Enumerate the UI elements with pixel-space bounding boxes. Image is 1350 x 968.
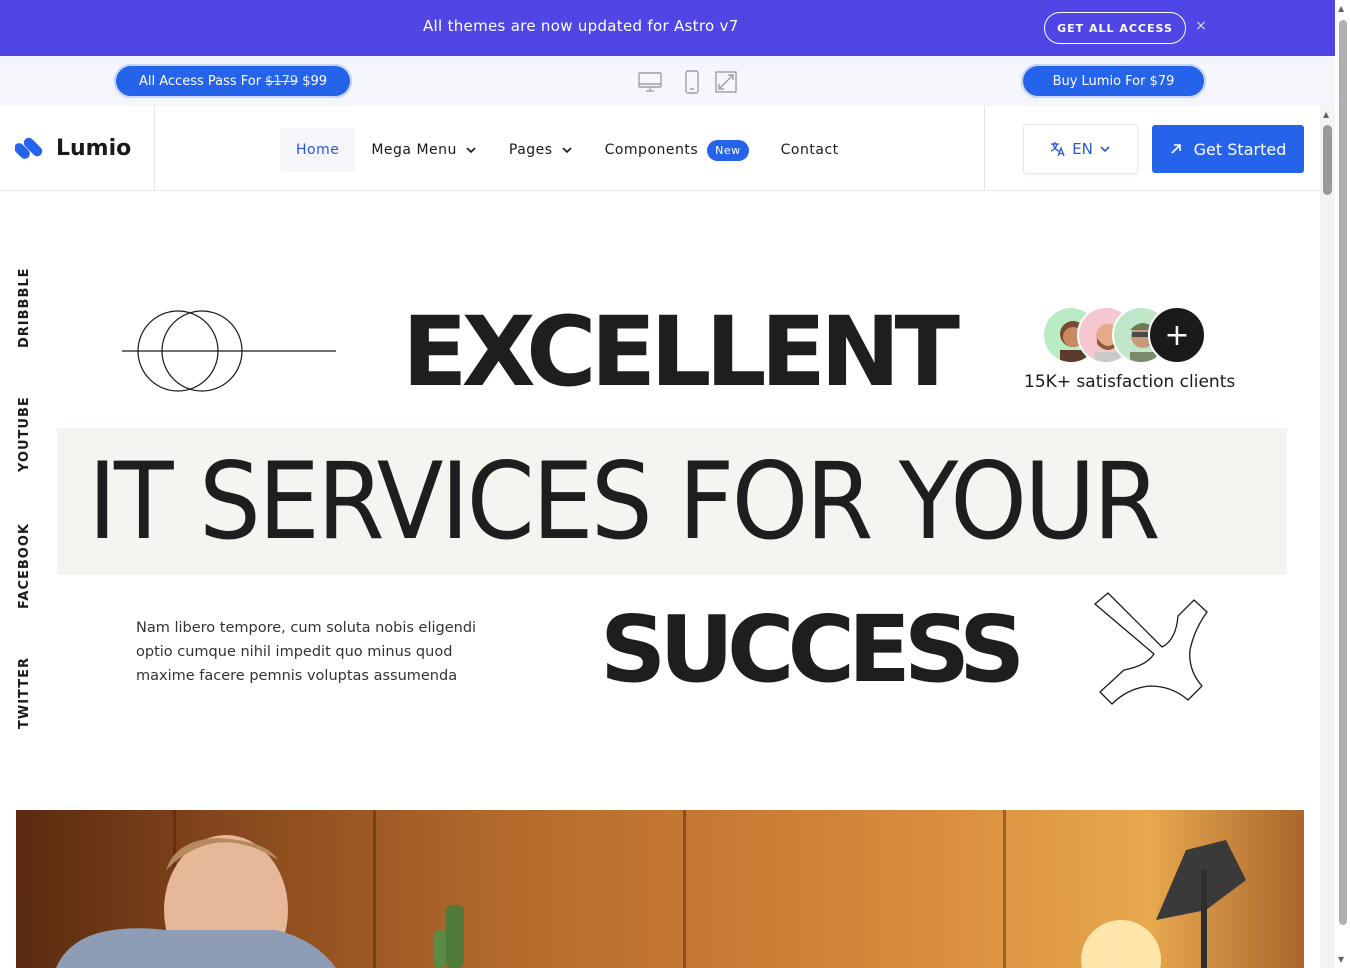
nav-contact[interactable]: Contact xyxy=(765,128,855,172)
expand-icon[interactable] xyxy=(714,70,738,94)
hero-title-line3: SUCCESS xyxy=(600,596,1025,703)
office-scene-icon xyxy=(56,835,1246,968)
translate-icon xyxy=(1050,142,1065,157)
divider xyxy=(154,106,155,191)
mobile-icon[interactable] xyxy=(680,70,704,94)
nav-home[interactable]: Home xyxy=(280,128,356,172)
clients-count: 15K+ satisfaction clients xyxy=(1024,372,1236,392)
get-started-label: Get Started xyxy=(1193,139,1287,159)
logo-text: Lumio xyxy=(56,135,132,161)
all-access-label: All Access Pass For xyxy=(138,73,262,89)
social-link-facebook[interactable]: FACEBOOK xyxy=(17,523,32,609)
arrow-down-right-icon xyxy=(1093,592,1208,705)
site-header: Lumio Home Mega Menu Pages Components Ne… xyxy=(0,106,1320,191)
nav-components[interactable]: Components New xyxy=(589,128,765,172)
chevron-down-icon xyxy=(1100,146,1110,153)
scroll-up-icon[interactable]: ▲ xyxy=(1338,4,1344,13)
old-price: $179 xyxy=(265,73,299,89)
desktop-icon[interactable] xyxy=(638,70,662,94)
page-scrollbar[interactable]: ▲ xyxy=(1320,106,1335,968)
language-label: EN xyxy=(1072,140,1093,158)
divider xyxy=(984,106,985,191)
nav-home-label: Home xyxy=(296,142,340,158)
scroll-up-icon[interactable]: ▲ xyxy=(1323,110,1329,119)
hero-title-line1: EXCELLENT xyxy=(402,296,960,408)
nav-mega-menu[interactable]: Mega Menu xyxy=(355,128,493,172)
hero-image xyxy=(16,810,1304,968)
logo[interactable]: Lumio xyxy=(15,132,131,164)
language-selector[interactable]: EN xyxy=(1023,124,1138,174)
chevron-down-icon xyxy=(466,147,476,154)
nav-components-label: Components xyxy=(604,142,699,158)
plus-icon[interactable]: + xyxy=(1148,306,1206,364)
main-nav: Home Mega Menu Pages Components New Cont… xyxy=(280,128,855,172)
announcement-text: All themes are now updated for Astro v7 xyxy=(423,17,739,35)
nav-mega-menu-label: Mega Menu xyxy=(371,142,457,158)
social-link-twitter[interactable]: TWITTER xyxy=(17,657,32,729)
chevron-down-icon xyxy=(562,147,572,154)
announcement-bar: All themes are now updated for Astro v7 … xyxy=(0,0,1335,56)
hero-title-line2: IT SERVICES FOR YOUR xyxy=(88,440,1161,563)
close-icon[interactable]: × xyxy=(1193,18,1209,34)
get-started-button[interactable]: Get Started xyxy=(1152,125,1304,173)
nav-pages[interactable]: Pages xyxy=(493,128,589,172)
lumio-logo-icon xyxy=(15,137,43,159)
preview-toolbar: All Access Pass For $179 $99 Buy Lumio F… xyxy=(0,56,1335,106)
nav-contact-label: Contact xyxy=(780,142,839,158)
social-link-dribbble[interactable]: DRIBBBLE xyxy=(17,267,32,348)
all-access-pass-button[interactable]: All Access Pass For $179 $99 xyxy=(114,64,352,98)
new-price: $99 xyxy=(302,73,328,89)
hero-paragraph: Nam libero tempore, cum soluta nobis eli… xyxy=(136,620,477,684)
social-link-youtube[interactable]: YOUTUBE xyxy=(17,396,32,472)
buy-lumio-button[interactable]: Buy Lumio For $79 xyxy=(1021,64,1206,98)
get-all-access-button[interactable]: GET ALL ACCESS xyxy=(1044,12,1186,44)
arrow-up-right-icon xyxy=(1171,144,1181,154)
new-badge: New xyxy=(707,139,749,161)
page-scroll-thumb[interactable] xyxy=(1323,125,1332,195)
circles-decoration-icon xyxy=(122,310,336,392)
scroll-down-icon[interactable]: ▼ xyxy=(1338,955,1344,964)
window-scroll-thumb[interactable] xyxy=(1339,20,1347,925)
nav-pages-label: Pages xyxy=(508,142,553,158)
